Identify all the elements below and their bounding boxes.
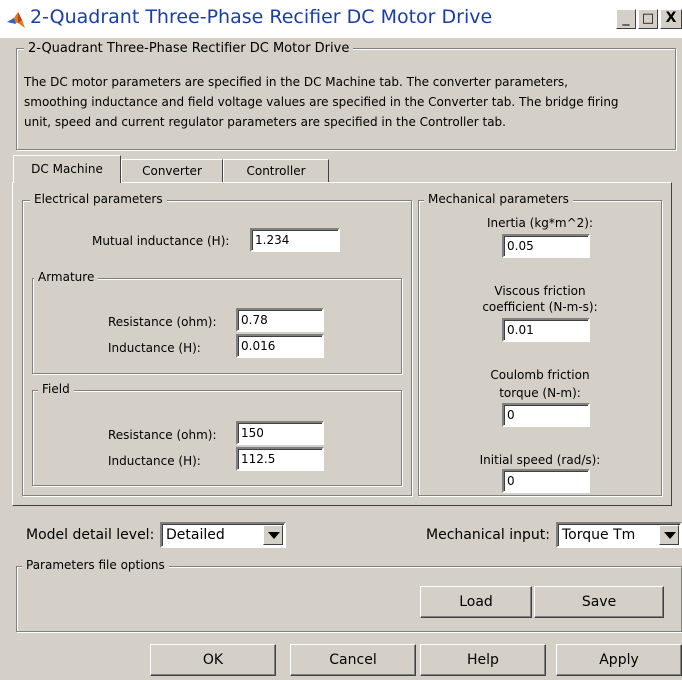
load-button[interactable]: Load <box>420 586 532 618</box>
armature-inductance-label: Inductance (H): <box>108 341 201 355</box>
coulomb-friction-unit-label: torque (N-m): <box>499 386 581 400</box>
minimize-button[interactable]: _ <box>616 9 636 29</box>
armature-inductance-field[interactable]: 0.016 <box>236 334 324 358</box>
save-button[interactable]: Save <box>534 586 664 618</box>
matlab-logo-icon <box>7 12 25 28</box>
close-button[interactable]: X <box>660 9 682 29</box>
armature-resistance-field[interactable]: 0.78 <box>236 308 324 332</box>
maximize-button[interactable]: □ <box>638 9 658 29</box>
mutual-inductance-label: Mutual inductance (H): <box>92 234 230 248</box>
parameters-file-title: Parameters file options <box>22 558 169 572</box>
model-detail-label: Model detail level: <box>26 527 155 543</box>
mechanical-parameters-title: Mechanical parameters <box>424 192 573 206</box>
help-button[interactable]: Help <box>420 644 546 676</box>
block-description: The DC motor parameters are specified in… <box>24 72 664 132</box>
minimize-icon: _ <box>622 10 630 26</box>
tab-controller[interactable]: Controller <box>223 159 329 183</box>
mutual-inductance-field[interactable]: 1.234 <box>250 228 340 252</box>
tab-dc-machine[interactable]: DC Machine <box>13 155 121 183</box>
chevron-down-icon[interactable] <box>659 525 679 545</box>
block-description-title: 2-Quadrant Three-Phase Rectifier DC Moto… <box>24 41 354 56</box>
electrical-parameters-title: Electrical parameters <box>30 192 167 206</box>
tab-label: Converter <box>142 164 202 178</box>
apply-button[interactable]: Apply <box>556 644 682 676</box>
viscous-friction-field[interactable]: 0.01 <box>502 318 590 342</box>
coulomb-friction-label: Coulomb friction <box>490 368 590 382</box>
tab-label: DC Machine <box>31 162 103 176</box>
initial-speed-field[interactable]: 0 <box>502 469 590 493</box>
inertia-field[interactable]: 0.05 <box>502 234 590 258</box>
tab-label: Controller <box>246 164 306 178</box>
mechanical-input-label: Mechanical input: <box>426 527 550 543</box>
armature-title: Armature <box>34 270 99 284</box>
title-bar: 2-Quadrant Three-Phase Recifier DC Motor… <box>0 0 682 38</box>
description-line: The DC motor parameters are specified in… <box>24 75 568 89</box>
close-icon: X <box>665 10 677 26</box>
tab-converter[interactable]: Converter <box>121 159 223 183</box>
armature-group <box>32 278 402 374</box>
cancel-button[interactable]: Cancel <box>290 644 416 676</box>
maximize-icon: □ <box>641 11 655 26</box>
mechanical-input-select[interactable]: Torque Tm <box>556 522 682 548</box>
chevron-down-icon[interactable] <box>263 525 283 545</box>
coulomb-friction-field[interactable]: 0 <box>502 403 590 427</box>
initial-speed-label: Initial speed (rad/s): <box>479 453 601 467</box>
field-resistance-field[interactable]: 150 <box>236 421 324 445</box>
field-group <box>32 390 402 486</box>
field-resistance-label: Resistance (ohm): <box>108 428 217 442</box>
window-title: 2-Quadrant Three-Phase Recifier DC Motor… <box>30 6 493 28</box>
field-title: Field <box>38 382 74 396</box>
viscous-friction-label: Viscous friction <box>494 284 586 298</box>
description-line: smoothing inductance and field voltage v… <box>24 95 619 109</box>
mechanical-input-value: Torque Tm <box>562 527 636 543</box>
field-inductance-label: Inductance (H): <box>108 454 201 468</box>
viscous-friction-unit-label: coefficient (N-m-s): <box>482 300 598 314</box>
description-line: unit, speed and current regulator parame… <box>24 115 506 129</box>
model-detail-select[interactable]: Detailed <box>160 522 286 548</box>
armature-resistance-label: Resistance (ohm): <box>108 315 217 329</box>
model-detail-value: Detailed <box>166 527 225 543</box>
field-inductance-field[interactable]: 112.5 <box>236 447 324 471</box>
inertia-label: Inertia (kg*m^2): <box>486 216 594 230</box>
ok-button[interactable]: OK <box>150 644 276 676</box>
